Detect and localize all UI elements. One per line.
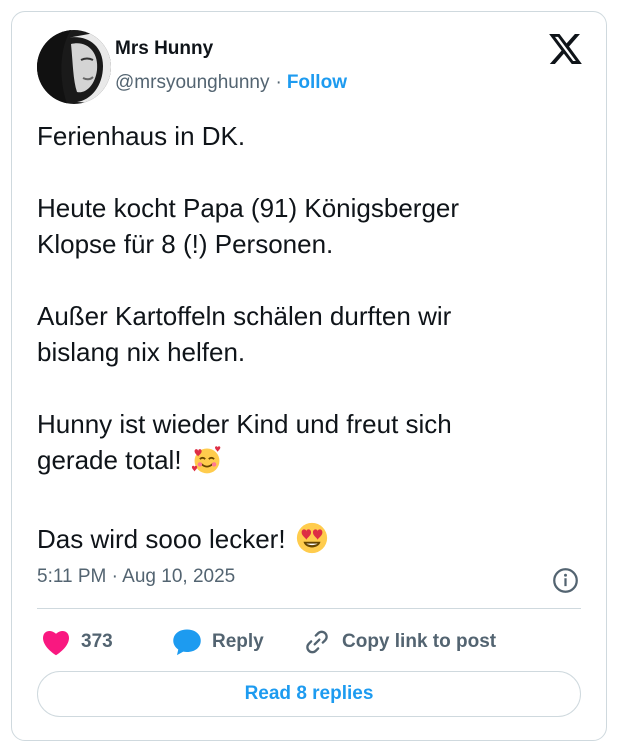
info-icon[interactable] (552, 567, 579, 594)
divider (37, 608, 581, 609)
heart-icon (43, 631, 69, 656)
tweet-text: Ferienhaus in DK. Heute kocht Papa (91) … (37, 118, 587, 564)
smiling-face-with-hearts-emoji (191, 444, 223, 485)
tweet-line: Klopse für 8 (!) Personen. (37, 229, 334, 259)
follow-button[interactable]: Follow (287, 72, 347, 93)
tweet-line: Heute kocht Papa (91) Königsberger (37, 193, 460, 223)
tweet-line-with-emoji: gerade total! (37, 442, 587, 485)
copy-link-label: Copy link to post (342, 631, 497, 652)
like-count: 373 (81, 631, 113, 652)
tweet-card: Mrs Hunny @mrsyounghunny · Follow Ferienha… (11, 11, 607, 741)
author-handle-row: @mrsyounghunny · Follow (115, 72, 347, 94)
handle-separator: · (275, 72, 282, 93)
tweet-line: Das wird sooo lecker! (37, 524, 286, 554)
tweet-line-with-emoji: Das wird sooo lecker! (37, 521, 587, 564)
read-replies-button[interactable]: Read 8 replies (37, 671, 581, 717)
tweet-line: gerade total! (37, 445, 182, 475)
reply-label: Reply (212, 631, 264, 652)
tweet-line: Hunny ist wieder Kind und freut sich (37, 409, 452, 439)
author-display-name[interactable]: Mrs Hunny (115, 38, 213, 60)
copy-link-button[interactable]: Copy link to post (302, 624, 496, 660)
heart-eyes-emoji (295, 521, 329, 564)
reply-bubble-icon (173, 629, 201, 656)
author-handle[interactable]: @mrsyounghunny (115, 72, 269, 93)
tweet-line: bislang nix helfen. (37, 337, 246, 367)
avatar[interactable] (37, 30, 111, 104)
tweet-line: Außer Kartoffeln schälen durften wir (37, 301, 452, 331)
action-bar: 373 Reply Copy link to post (37, 624, 597, 660)
reply-button[interactable]: Reply (172, 624, 264, 660)
x-logo-icon[interactable] (549, 34, 582, 64)
tweet-timestamp[interactable]: 5:11 PM · Aug 10, 2025 (37, 566, 235, 588)
link-icon (306, 630, 328, 654)
tweet-line: Ferienhaus in DK. (37, 121, 246, 151)
like-button[interactable]: 373 (41, 624, 113, 660)
